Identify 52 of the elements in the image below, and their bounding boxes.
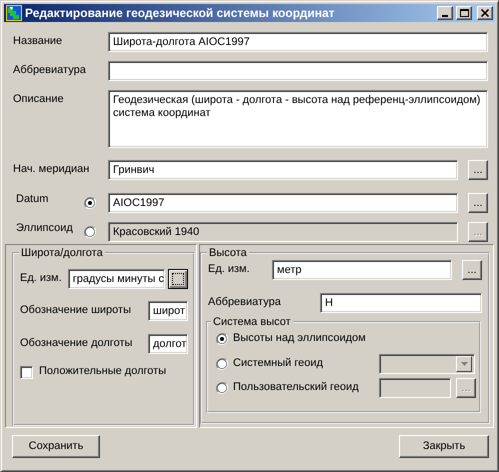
text-field[interactable]: AIOC1997 <box>108 193 458 213</box>
dropdown-field[interactable] <box>379 354 475 374</box>
browse-button[interactable] <box>168 269 188 289</box>
field-label: Аббревиатура <box>13 63 87 76</box>
text-field[interactable]: Гринвич <box>108 160 458 180</box>
field-label: Datum <box>16 193 48 205</box>
close-dialog-button[interactable]: Закрыть <box>399 435 489 458</box>
field-label: Описание <box>13 92 65 105</box>
text-field[interactable]: H <box>320 293 482 313</box>
close-icon <box>481 9 489 17</box>
minimize-button[interactable] <box>437 6 453 20</box>
option-label: Высоты над эллипсоидом <box>233 331 366 344</box>
field-label: Название <box>13 34 64 47</box>
caret-icon <box>460 362 468 366</box>
checkbox[interactable] <box>20 366 33 378</box>
text-field[interactable]: градусы минуты с <box>68 269 165 289</box>
field-label: Обозначение широты <box>20 303 131 316</box>
option-label: Системный геоид <box>233 356 323 369</box>
radio-button[interactable] <box>216 358 228 370</box>
text-field[interactable] <box>108 61 488 81</box>
text-field[interactable]: долгот <box>148 334 188 354</box>
radio-button[interactable] <box>216 333 228 345</box>
close-button[interactable] <box>477 6 493 20</box>
text-area[interactable]: Геодезическая (широта - долгота - высота над референц-эллипсоидом) система координат <box>108 90 488 148</box>
radio-button[interactable] <box>216 382 228 394</box>
text-field[interactable]: метр <box>272 260 452 280</box>
minimize-icon <box>442 15 448 17</box>
group-title: Система высот <box>212 316 292 328</box>
maximize-button[interactable] <box>456 6 472 20</box>
radio-button[interactable] <box>84 226 96 238</box>
browse-button[interactable]: ... <box>462 260 482 280</box>
browse-button[interactable]: ... <box>468 160 488 180</box>
text-field[interactable] <box>379 378 451 398</box>
app-icon <box>6 5 22 21</box>
maximize-icon <box>460 9 468 17</box>
text-field[interactable]: Широта-долгота AIOC1997 <box>108 32 488 52</box>
group-title: Широта/долгота <box>20 247 104 259</box>
browse-button[interactable]: ... <box>468 193 488 213</box>
text-field[interactable]: Красовский 1940 <box>108 222 458 242</box>
field-label: Ед. изм. <box>208 262 250 275</box>
group-title: Высота <box>208 247 248 259</box>
field-label: Аббревиатура <box>208 295 281 308</box>
text-field[interactable]: широт <box>148 301 188 321</box>
window-title: Редактирование геодезической системы координат <box>25 6 336 20</box>
save-button[interactable]: Сохранить <box>12 435 100 458</box>
field-label: Эллипсоид <box>16 222 73 234</box>
field-label: Нач. меридиан <box>13 162 90 175</box>
option-label: Пользовательский геоид <box>233 380 359 393</box>
field-label: Обозначение долготы <box>20 336 132 349</box>
radio-button[interactable] <box>84 197 96 209</box>
field-label: Ед. изм. <box>20 271 62 284</box>
field-label: Положительные долготы <box>39 364 166 377</box>
